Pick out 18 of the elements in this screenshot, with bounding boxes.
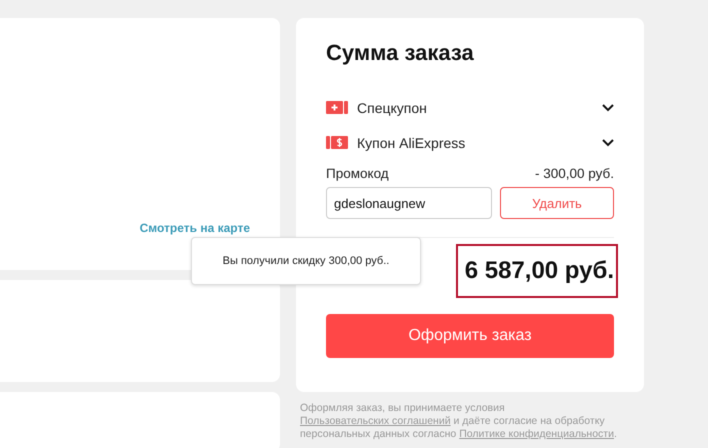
discount-tooltip: Вы получили скидку 300,00 руб.. (191, 237, 421, 285)
coupon-row[interactable]: Купон AliExpress (326, 125, 614, 160)
place-order-button[interactable]: Оформить заказ (326, 314, 614, 358)
promo-label: Промокод (326, 166, 389, 181)
coupon-icon (326, 101, 348, 114)
remove-button[interactable]: Удалить (500, 187, 614, 219)
coupon-label: Купон AliExpress (357, 134, 466, 150)
promo-code-field[interactable]: gdeslonaugnew (326, 187, 492, 219)
total-amount: 6 587,00 руб. (456, 244, 618, 298)
legal-link[interactable]: Пользовательских соглашений (300, 415, 451, 427)
coupon-row[interactable]: Спецкупон (326, 90, 614, 125)
coupon-label: Спецкупон (357, 100, 428, 116)
summary-title: Сумма заказа (326, 40, 475, 66)
discount-amount: - 300,00 руб. (534, 166, 614, 181)
legal-link[interactable]: Политике конфиденциальности (459, 428, 614, 440)
legal-notice: Оформляя заказ, вы принимаете условия Пользовательских соглашений и даёте согласие на обработку персональных данных согласно Политике конфиденциальности. (300, 402, 618, 441)
coupon-icon (326, 136, 348, 149)
map-link[interactable]: Смотреть на карте (140, 221, 250, 235)
